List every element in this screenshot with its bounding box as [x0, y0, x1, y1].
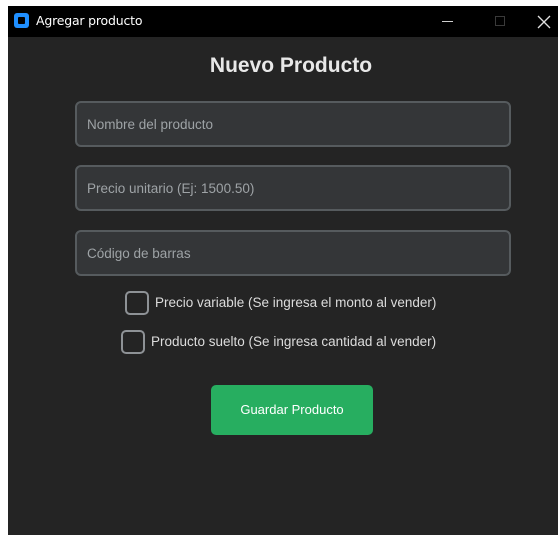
app-icon	[14, 13, 29, 28]
form-heading: Nuevo Producto	[209, 54, 373, 77]
checkbox-box[interactable]	[125, 291, 149, 315]
app-window: Agregar producto Nuevo Producto Precio v…	[8, 6, 558, 535]
product-name-input[interactable]	[75, 101, 511, 147]
minimize-button[interactable]	[425, 6, 471, 37]
close-icon	[537, 15, 551, 29]
loose-product-label[interactable]: Producto suelto (Se ingresa cantidad al …	[151, 334, 436, 349]
unit-price-input[interactable]	[75, 165, 511, 211]
close-button[interactable]	[521, 6, 558, 37]
checkbox-box[interactable]	[121, 330, 145, 354]
maximize-icon	[495, 16, 505, 26]
minimize-icon	[442, 21, 453, 22]
barcode-input[interactable]	[75, 230, 511, 276]
save-product-button[interactable]: Guardar Producto	[211, 385, 373, 435]
window-title: Agregar producto	[36, 13, 143, 28]
title-bar[interactable]: Agregar producto	[8, 6, 558, 37]
variable-price-label[interactable]: Precio variable (Se ingresa el monto al …	[155, 295, 436, 310]
maximize-button[interactable]	[477, 6, 523, 37]
